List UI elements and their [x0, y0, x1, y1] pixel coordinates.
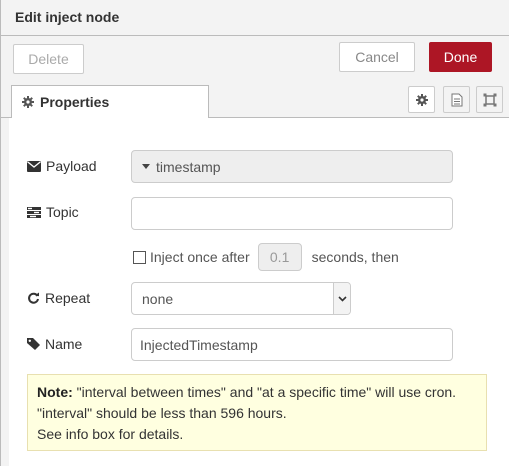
- delete-button[interactable]: Delete: [13, 44, 84, 74]
- properties-panel: Payload timestamp Topic Inject once afte…: [9, 118, 509, 466]
- name-input[interactable]: InjectedTimestamp: [131, 328, 453, 361]
- cancel-button[interactable]: Cancel: [339, 42, 415, 72]
- payload-label-row: Payload: [27, 158, 97, 174]
- chevron-down-icon: [333, 283, 350, 314]
- repeat-icon: [28, 292, 39, 304]
- tray-toolbar: Delete Cancel Done: [1, 36, 509, 80]
- note-line-3: See info box for details.: [37, 426, 184, 442]
- name-label-row: Name: [27, 336, 82, 352]
- note-bold: Note:: [37, 384, 73, 400]
- frame-icon: [483, 93, 496, 106]
- repeat-value: none: [142, 290, 174, 307]
- payload-value: timestamp: [156, 158, 221, 175]
- edit-tray: Edit inject node Delete Cancel Done Prop…: [0, 0, 509, 466]
- inject-once-checkbox[interactable]: [133, 250, 146, 264]
- done-button[interactable]: Done: [429, 42, 492, 72]
- repeat-select[interactable]: none: [131, 282, 351, 315]
- caret-down-icon: [142, 164, 150, 169]
- tab-node-properties[interactable]: [408, 86, 435, 113]
- tray-header: Edit inject node: [1, 0, 509, 36]
- note-line-1-text: "interval between times" and "at a speci…: [72, 384, 457, 400]
- tab-description[interactable]: [443, 86, 470, 113]
- tab-appearance[interactable]: [476, 86, 503, 113]
- note-line-2: "interval" should be less than 596 hours…: [37, 405, 287, 421]
- tabs-bar: Properties: [1, 80, 509, 119]
- tab-properties-label: Properties: [40, 94, 110, 110]
- tab-properties[interactable]: Properties: [11, 85, 209, 119]
- gear-icon: [22, 96, 34, 108]
- inject-once-suffix: seconds, then: [311, 249, 399, 265]
- cron-note: Note: "interval between times" and "at a…: [27, 374, 487, 451]
- topic-input[interactable]: [131, 197, 453, 230]
- envelope-icon: [27, 160, 41, 172]
- repeat-label-row: Repeat: [27, 290, 90, 306]
- gear-icon: [415, 93, 428, 106]
- inject-once-delay-input[interactable]: 0.1: [257, 243, 302, 271]
- inject-once-label: Inject once after: [150, 249, 250, 265]
- payload-label: Payload: [46, 158, 97, 174]
- topic-label-row: Topic: [27, 204, 79, 220]
- note-line-1: Note: "interval between times" and "at a…: [37, 382, 477, 403]
- inject-once-row: Inject once after 0.1 seconds, then: [133, 243, 399, 271]
- tag-icon: [27, 338, 40, 350]
- name-label: Name: [45, 336, 83, 352]
- document-icon: [451, 93, 462, 106]
- tasks-icon: [27, 206, 41, 218]
- topic-label: Topic: [46, 204, 79, 220]
- repeat-label: Repeat: [45, 290, 91, 306]
- tray-title: Edit inject node: [15, 9, 120, 25]
- payload-type-select[interactable]: timestamp: [131, 150, 453, 183]
